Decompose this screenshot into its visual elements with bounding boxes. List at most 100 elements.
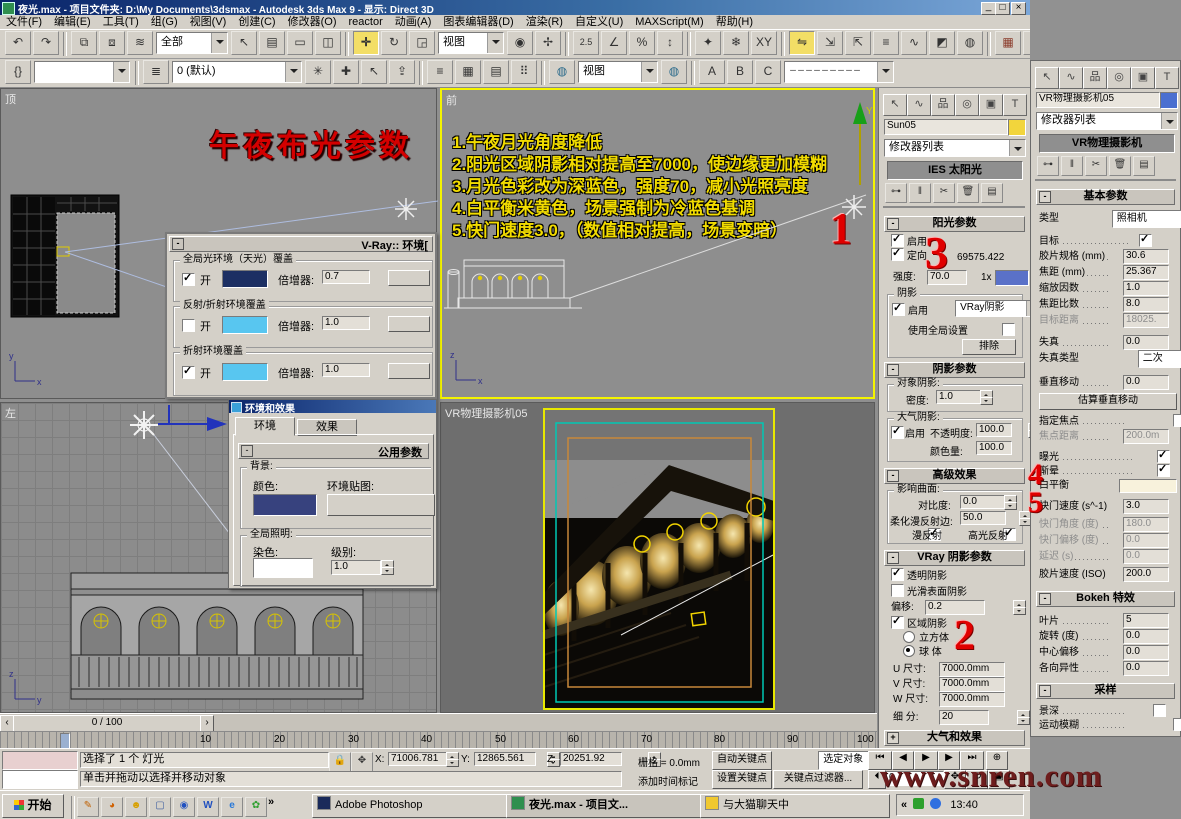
refr-color-swatch[interactable] <box>222 363 268 381</box>
layers-icon[interactable]: ≣ <box>143 60 169 84</box>
undo-icon[interactable]: ↶ <box>5 31 31 55</box>
refr-on-checkbox[interactable] <box>182 366 195 379</box>
property-grid-icon[interactable]: ▦ <box>455 60 481 84</box>
tab-motion-icon[interactable]: ◎ <box>955 94 979 116</box>
gi-color-swatch[interactable] <box>222 270 268 288</box>
tab-motion-icon[interactable]: ◎ <box>1107 67 1131 89</box>
quicklaunch-browser-icon[interactable]: ◕ <box>101 797 123 817</box>
subdiv-spinner[interactable] <box>1017 710 1029 724</box>
menu-edit[interactable]: 编辑(E) <box>48 16 97 28</box>
sun-targeted-checkbox[interactable] <box>891 248 904 261</box>
unlink-icon[interactable]: ⧈ <box>99 31 125 55</box>
views-dropdown[interactable]: 视图 <box>578 61 658 83</box>
dropdown-arrow-icon[interactable] <box>285 62 301 82</box>
axis-constraint-icon[interactable]: XY <box>751 31 777 55</box>
refl-map-button[interactable] <box>388 316 430 332</box>
film-gate-field[interactable]: 30.6 <box>1123 249 1169 264</box>
menu-help[interactable]: 帮助(H) <box>710 16 759 28</box>
dropdown-arrow-icon[interactable] <box>211 33 227 53</box>
area-shadow-checkbox[interactable] <box>891 616 904 629</box>
transparent-shadows-checkbox[interactable] <box>891 568 904 581</box>
snap-toggle-icon[interactable]: 2.5 <box>573 31 599 55</box>
time-slider-handle[interactable]: 0 / 100 <box>13 715 201 732</box>
menu-file[interactable]: 文件(F) <box>0 16 48 28</box>
opacity-field[interactable]: 100.0 <box>976 423 1012 437</box>
dropdown-arrow-icon[interactable] <box>641 62 657 82</box>
selection-lock-icon[interactable]: 🔒 <box>329 752 351 772</box>
tab-environment[interactable]: 环境 <box>235 417 295 436</box>
exclude-button[interactable]: 排除 <box>962 339 1016 355</box>
background-color-swatch[interactable] <box>253 494 317 516</box>
named-selection-icon[interactable]: ✦ <box>695 31 721 55</box>
refr-mult-field[interactable]: 1.0 <box>322 363 370 377</box>
render-preset-a-icon[interactable]: A <box>699 60 725 84</box>
cube-radio[interactable] <box>903 631 915 643</box>
set-key-button[interactable]: 设置关键点 <box>712 770 772 789</box>
gi-on-checkbox[interactable] <box>182 273 195 286</box>
schematic-view-icon[interactable]: ◩ <box>929 31 955 55</box>
object-name-field[interactable]: Sun05 <box>884 119 1008 135</box>
viewport-front[interactable]: 前 1.午夜月光角度降低 2.阳光区域阴影相对提高至7000，使边缘更加模糊 3… <box>440 88 875 399</box>
tab-hierarchy-icon[interactable]: 品 <box>931 94 955 116</box>
render-preset-c-icon[interactable]: C <box>755 60 781 84</box>
viewport-left-label[interactable]: 左 <box>5 405 16 421</box>
modifier-list-dropdown[interactable]: 修改器列表 <box>884 139 1026 157</box>
contrast-field[interactable]: 0.0 <box>960 495 1006 509</box>
material-editor-icon[interactable]: ◍ <box>957 31 983 55</box>
set-current-layer-icon[interactable]: ⇪ <box>389 60 415 84</box>
viewport-camera[interactable]: VR物理摄影机05 <box>440 402 875 713</box>
menu-tools[interactable]: 工具(T) <box>97 16 145 28</box>
bokeh-effects-rollout[interactable]: -Bokeh 特效 <box>1036 591 1175 607</box>
sampling-rollout[interactable]: -采样 <box>1036 683 1175 699</box>
fnumber-field[interactable]: 8.0 <box>1123 297 1169 312</box>
align-normals-icon[interactable]: ⇱ <box>845 31 871 55</box>
menu-rendering[interactable]: 渲染(R) <box>520 16 569 28</box>
angle-snap-icon[interactable]: ∠ <box>601 31 627 55</box>
pin-stack-icon[interactable]: ⊶ <box>885 183 907 203</box>
remove-modifier-icon[interactable]: 🗑 <box>957 183 979 203</box>
slider-left-arrow[interactable]: ‹ <box>0 715 14 732</box>
minimize-button[interactable]: _ <box>981 2 996 15</box>
focal-length-field[interactable]: 25.367 <box>1123 265 1169 280</box>
named-selection-sets-icon[interactable]: {} <box>5 60 31 84</box>
manipulate-icon[interactable]: ✢ <box>535 31 561 55</box>
quicklaunch-pen-icon[interactable]: ✎ <box>77 797 99 817</box>
rotate-tool-icon[interactable]: ↻ <box>381 31 407 55</box>
make-unique-icon[interactable]: ✂ <box>1085 156 1107 176</box>
specify-focus-checkbox[interactable] <box>1173 414 1181 427</box>
menu-maxscript[interactable]: MAXScript(M) <box>629 16 709 28</box>
level-field[interactable]: 1.0 <box>331 560 381 575</box>
gi-map-button[interactable] <box>388 270 430 286</box>
quicklaunch-more-icon[interactable]: » <box>268 796 274 808</box>
object-color-swatch[interactable] <box>1160 92 1178 109</box>
modifier-list-dropdown[interactable]: 修改器列表 <box>1036 112 1178 130</box>
tab-create-icon[interactable]: ↖ <box>1035 67 1059 89</box>
atm-enable-checkbox[interactable] <box>891 426 904 439</box>
show-end-result-icon[interactable]: ‖ <box>1061 156 1083 176</box>
mini-listener-pink[interactable] <box>2 751 78 770</box>
auto-key-button[interactable]: 自动关键点 <box>712 751 772 770</box>
layer-dropdown[interactable]: 0 (默认) <box>172 61 302 83</box>
selection-filter-dropdown[interactable]: 全部 <box>156 32 228 54</box>
redo-icon[interactable]: ↷ <box>33 31 59 55</box>
sphere-radio[interactable] <box>903 645 915 657</box>
vsize-field[interactable]: 7000.0mm <box>939 677 1005 692</box>
atmosphere-effects-rollout[interactable]: +大气和效果 <box>884 730 1025 746</box>
trackbar-frame-marker[interactable] <box>60 733 70 749</box>
menu-views[interactable]: 视图(V) <box>184 16 233 28</box>
white-balance-swatch[interactable] <box>1119 479 1177 493</box>
dropdown-arrow-icon[interactable] <box>877 62 893 82</box>
tab-utilities-icon[interactable]: T <box>1003 94 1027 116</box>
modifier-stack-item[interactable]: VR物理摄影机 <box>1039 134 1175 153</box>
task-photoshop[interactable]: Adobe Photoshop <box>312 794 508 818</box>
pin-stack-icon[interactable]: ⊶ <box>1037 156 1059 176</box>
show-end-result-icon[interactable]: ‖ <box>909 183 931 203</box>
film-speed-field[interactable]: 200.0 <box>1123 567 1169 582</box>
tray-collapse-icon[interactable]: « <box>901 799 907 811</box>
tint-color-swatch[interactable] <box>253 558 313 578</box>
dialog-titlebar[interactable]: 环境和效果 <box>229 400 436 413</box>
sun-color-swatch[interactable] <box>995 270 1029 286</box>
bind-spacewarp-icon[interactable]: ≋ <box>127 31 153 55</box>
viewport-front-label[interactable]: 前 <box>446 92 457 108</box>
refl-on-checkbox[interactable] <box>182 319 195 332</box>
